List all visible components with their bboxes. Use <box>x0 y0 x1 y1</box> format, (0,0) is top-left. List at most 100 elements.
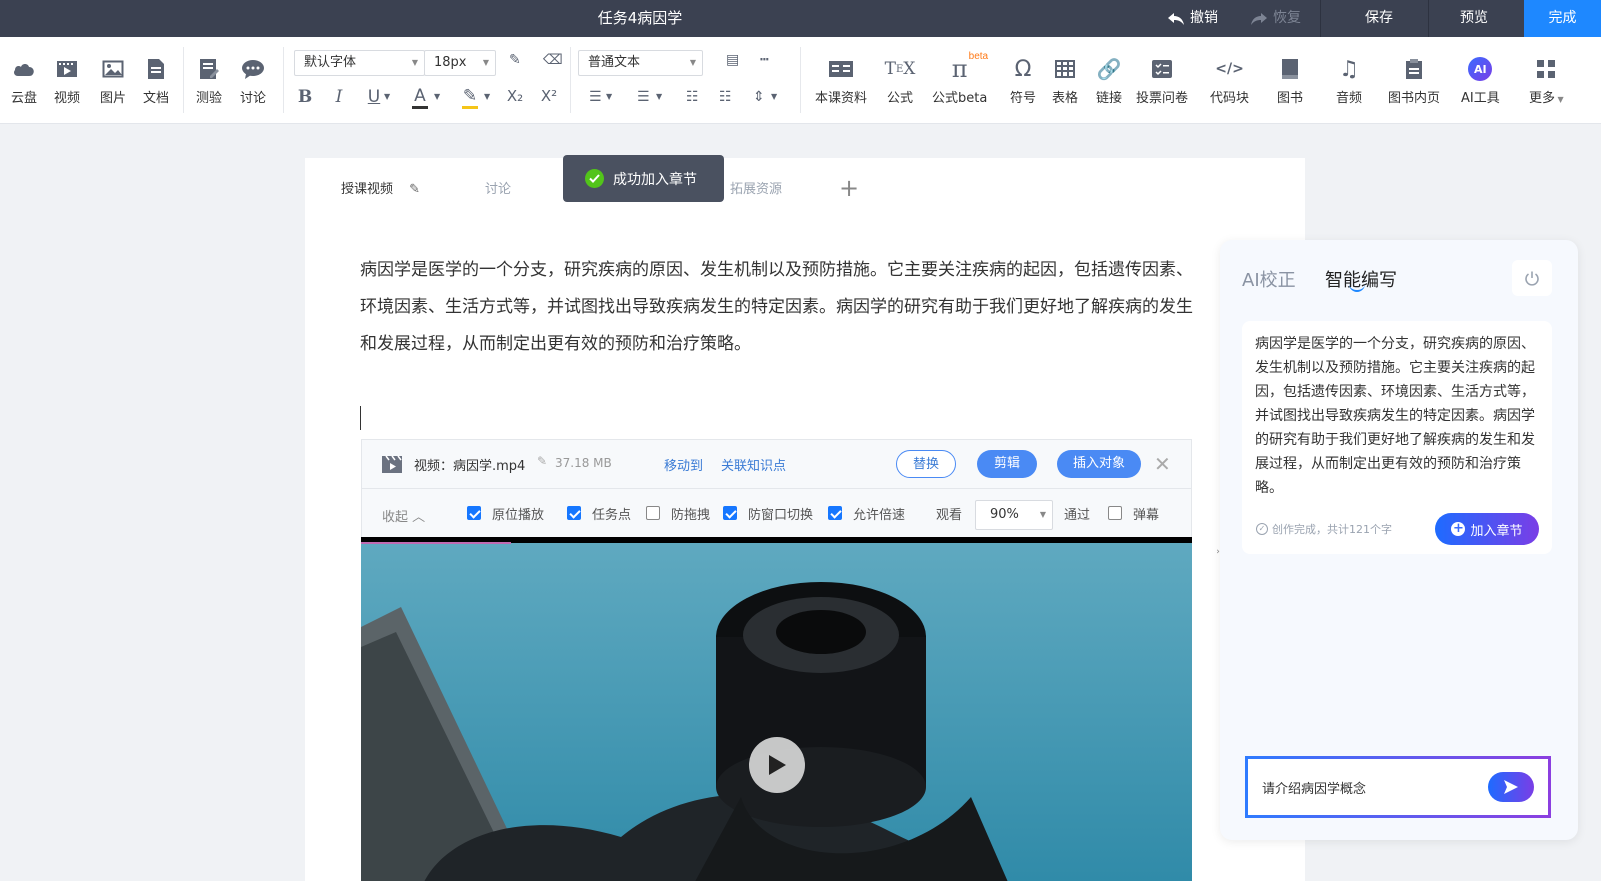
tab-ai-correction[interactable]: AI校正 <box>1242 266 1296 292</box>
replace-button[interactable]: 替换 <box>896 450 956 478</box>
underline-icon[interactable]: U <box>362 87 386 107</box>
insert-object-button[interactable]: 插入对象 <box>1057 450 1141 478</box>
editor-content[interactable]: 病因学是医学的一个分支，研究疾病的原因、发生机制以及预防措施。它主要关注疾病的起… <box>360 252 1222 364</box>
tool-label: 图片 <box>100 91 127 106</box>
superscript-icon[interactable]: X² <box>537 87 561 105</box>
ai-status: ✓ 创作完成，共计121个字 <box>1256 521 1392 537</box>
prompt-text: 请介绍病因学概念 <box>1262 782 1367 797</box>
highlight-icon[interactable]: ✎ <box>462 87 478 109</box>
course-material-button[interactable]: 本课资料 <box>815 57 867 106</box>
divider-line-icon[interactable]: ┅ <box>760 52 768 68</box>
watch-label: 观看 <box>936 508 963 523</box>
checkbox-task-point[interactable] <box>567 506 581 520</box>
send-button[interactable] <box>1488 772 1534 802</box>
chevron-down-icon[interactable]: ▼ <box>606 92 612 101</box>
collapse-toggle[interactable]: 收起 ︿ <box>382 506 425 525</box>
clear-format-icon[interactable]: ⌫ <box>543 52 563 68</box>
watch-percent-select[interactable]: 90% ▼ <box>975 500 1053 530</box>
subscript-icon[interactable]: X₂ <box>503 87 527 105</box>
redo-button[interactable]: 恢复 <box>1250 0 1301 37</box>
video-button[interactable]: 视频 <box>54 57 80 106</box>
image-button[interactable]: 图片 <box>100 57 126 106</box>
undo-button[interactable]: 撤销 <box>1167 0 1218 37</box>
table-button[interactable]: 表格 <box>1052 57 1078 106</box>
rename-pencil-icon[interactable]: ✎ <box>537 454 547 468</box>
italic-icon[interactable]: I <box>327 87 351 107</box>
book-icon <box>1277 57 1303 81</box>
line-height-icon[interactable]: ⇕ <box>753 89 765 105</box>
font-family-select[interactable]: 默认字体 ▼ <box>294 50 425 76</box>
add-to-chapter-label: 加入章节 <box>1470 523 1523 539</box>
move-to-link[interactable]: 移动到 <box>664 455 703 474</box>
cloud-disk-button[interactable]: 云盘 <box>11 57 37 106</box>
checkbox-danmaku[interactable] <box>1108 506 1122 520</box>
tab-lecture-video[interactable]: 授课视频 ✎ <box>315 168 447 212</box>
audio-button[interactable]: ♫ 音频 <box>1336 57 1363 107</box>
done-button[interactable]: 完成 <box>1524 0 1601 37</box>
tool-label: 符号 <box>1010 91 1037 106</box>
chevron-up-icon: ︿ <box>412 510 426 525</box>
add-to-chapter-button[interactable]: + 加入章节 <box>1435 513 1539 545</box>
paragraph-style-select[interactable]: 普通文本 ▼ <box>578 50 703 76</box>
checkbox-anti-drag[interactable] <box>646 506 660 520</box>
tool-label: 图书 <box>1277 91 1304 106</box>
save-button[interactable]: 保存 <box>1365 0 1393 37</box>
play-button[interactable] <box>749 737 805 793</box>
checkbox-label: 原位播放 <box>492 508 545 523</box>
chevron-down-icon[interactable]: ▼ <box>656 92 662 101</box>
redo-icon <box>1251 12 1267 25</box>
top-bar: 任务4病因学 撤销 恢复 保存 预览 完成 <box>0 0 1601 37</box>
formula-beta-button[interactable]: π beta 公式beta <box>932 51 988 106</box>
add-tab-icon[interactable]: + <box>839 174 859 202</box>
ai-tools-button[interactable]: AI AI工具 <box>1461 57 1500 106</box>
power-button[interactable] <box>1512 260 1552 296</box>
align-left-icon[interactable]: ☰ <box>589 89 602 105</box>
play-icon <box>769 755 786 775</box>
quiz-button[interactable]: 测验 <box>196 57 222 106</box>
font-color-icon[interactable]: A <box>412 87 428 109</box>
video-file-size: 37.18 MB <box>555 456 612 470</box>
edit-pencil-icon[interactable]: ✎ <box>409 182 420 197</box>
more-button[interactable]: 更多 ▼ <box>1529 57 1564 106</box>
link-knowledge-point-link[interactable]: 关联知识点 <box>721 455 786 474</box>
font-size-select[interactable]: 18px ▼ <box>424 50 496 76</box>
checkbox-allow-speed[interactable] <box>828 506 842 520</box>
chevron-down-icon[interactable]: ▼ <box>384 92 390 101</box>
watch-percent-value: 90% <box>990 507 1019 522</box>
tool-label: 图书内页 <box>1388 91 1441 106</box>
pass-label: 通过 <box>1064 508 1091 523</box>
topbar-divider <box>1320 0 1321 37</box>
video-player[interactable] <box>361 537 1192 881</box>
tab-smart-writing[interactable]: 智能编写 <box>1325 266 1397 292</box>
checkbox-anti-window-switch[interactable] <box>723 506 737 520</box>
success-toast: 成功加入章节 <box>563 155 724 202</box>
format-painter-icon[interactable]: ✎ <box>509 52 521 68</box>
code-block-button[interactable]: </> 代码块 <box>1210 57 1249 106</box>
tool-label: 投票问卷 <box>1136 91 1189 106</box>
chevron-down-icon[interactable]: ▼ <box>484 92 490 101</box>
block-quote-icon[interactable]: ▤ <box>726 52 739 68</box>
book-page-button[interactable]: 图书内页 <box>1388 57 1440 106</box>
indent-icon[interactable]: ☰ <box>637 89 650 105</box>
vote-button[interactable]: 投票问卷 <box>1136 57 1188 106</box>
formula-button[interactable]: TEX 公式 <box>885 57 916 106</box>
book-button[interactable]: 图书 <box>1277 57 1303 106</box>
preview-button[interactable]: 预览 <box>1460 0 1488 37</box>
tool-label: 公式 <box>887 91 914 106</box>
symbol-icon: Ω <box>1014 56 1032 82</box>
numbered-list-icon[interactable]: ☷ <box>719 89 732 105</box>
tab-discussion[interactable]: 讨论 <box>459 168 537 212</box>
link-button[interactable]: 🔗 链接 <box>1096 57 1122 106</box>
close-icon[interactable]: ✕ <box>1154 452 1171 476</box>
bold-icon[interactable]: B <box>293 87 317 107</box>
tool-label: 音频 <box>1336 91 1363 106</box>
chevron-down-icon[interactable]: ▼ <box>771 92 777 101</box>
video-filename: 视频：病因学.mp4 <box>414 459 526 474</box>
cut-button[interactable]: 剪辑 <box>977 450 1037 478</box>
discussion-button[interactable]: 讨论 <box>240 57 266 106</box>
document-button[interactable]: 文档 <box>143 57 169 106</box>
checkbox-inplace-play[interactable] <box>467 506 481 520</box>
chevron-down-icon[interactable]: ▼ <box>434 92 440 101</box>
bullet-list-icon[interactable]: ☷ <box>686 89 699 105</box>
symbol-button[interactable]: Ω 符号 <box>1010 56 1037 107</box>
